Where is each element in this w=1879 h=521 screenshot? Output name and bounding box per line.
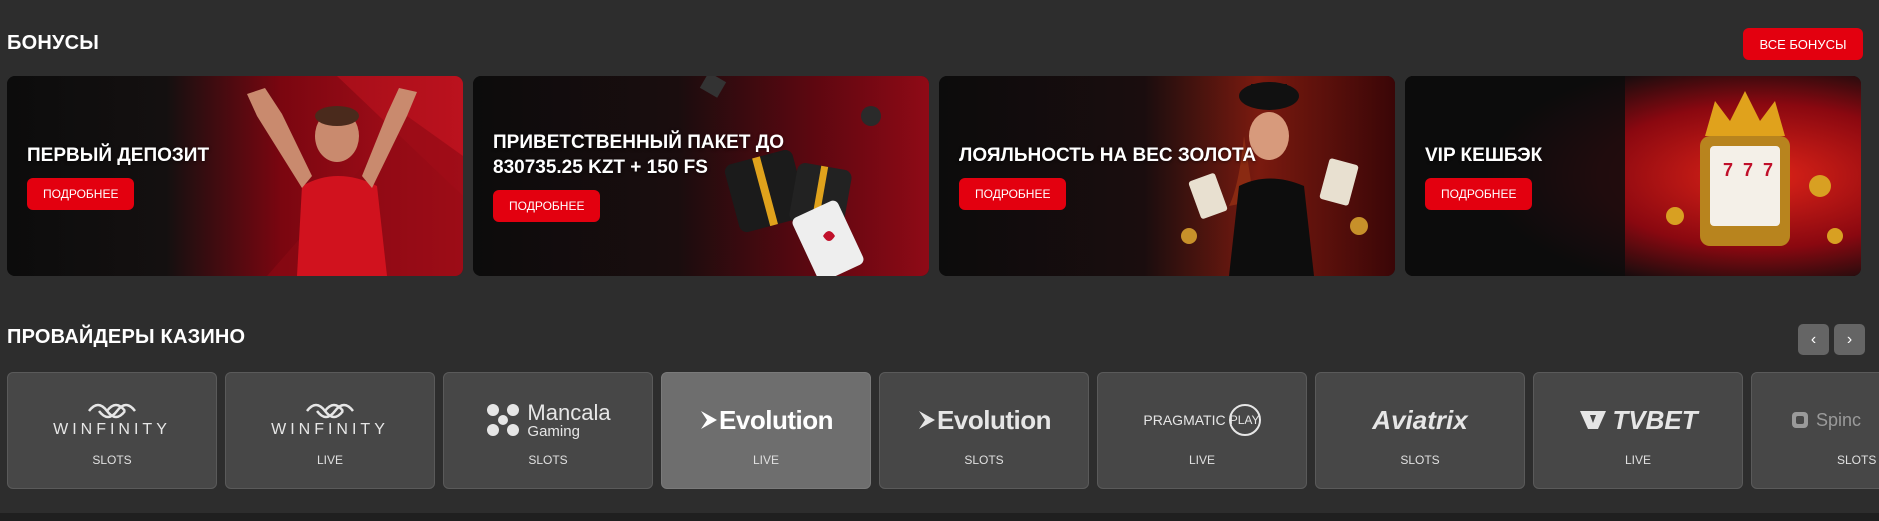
bonuses-title: БОНУСЫ [7, 32, 100, 54]
bonus-card-text: VIP КЕШБЭК ПОДРОБНЕЕ [1425, 76, 1542, 276]
provider-category: SLOTS [1837, 453, 1877, 467]
providers-title: ПРОВАЙДЕРЫ КАЗИНО [7, 326, 246, 348]
provider-evolution-live[interactable]: Evolution LIVE [661, 372, 871, 489]
provider-logo-subtext: Gaming [527, 422, 580, 440]
provider-evolution-slots[interactable]: Evolution SLOTS [879, 372, 1089, 489]
providers-list: WINFINITY SLOTS WINFINITY LIVE Mancala G… [7, 372, 1879, 489]
svg-text:7: 7 [1723, 160, 1733, 180]
tvbet-logo-icon [1580, 411, 1607, 429]
details-button[interactable]: ПОДРОБНЕЕ [27, 177, 135, 210]
provider-category: LIVE [1624, 453, 1651, 467]
bonus-cards: ПЕРВЫЙ ДЕПОЗИТ ПОДРОБНЕЕ ПРИВЕТСТВЕННЫЙ … [7, 76, 1861, 276]
provider-category: SLOTS [964, 453, 1004, 467]
bonus-card-loyalty[interactable]: ЛОЯЛЬНОСТЬ НА ВЕС ЗОЛОТА ПОДРОБНЕЕ [939, 76, 1395, 276]
provider-logo: Evolution [662, 395, 870, 445]
evolution-logo-icon [701, 411, 718, 429]
prev-arrow-icon[interactable]: ‹ [1798, 324, 1829, 355]
provider-category: LIVE [1188, 453, 1215, 467]
spin-logo-icon [1792, 412, 1808, 428]
provider-logo-text: WINFINITY [271, 421, 389, 438]
next-arrow-icon[interactable]: › [1834, 324, 1865, 355]
bonus-card-first-deposit[interactable]: ПЕРВЫЙ ДЕПОЗИТ ПОДРОБНЕЕ [7, 76, 463, 276]
provider-tvbet-live[interactable]: TVBET LIVE [1533, 372, 1743, 489]
bottom-divider [0, 513, 1879, 521]
details-button[interactable]: ПОДРОБНЕЕ [493, 190, 601, 222]
provider-logo-text: Evolution [937, 404, 1051, 435]
bonus-card-text: ЛОЯЛЬНОСТЬ НА ВЕС ЗОЛОТА ПОДРОБНЕЕ [959, 76, 1256, 276]
provider-category: LIVE [316, 453, 343, 467]
provider-logo: PRAGMATIC PLAY [1098, 395, 1306, 445]
provider-winfinity-live[interactable]: WINFINITY LIVE [225, 372, 435, 489]
provider-aviatrix-slots[interactable]: Aviatrix SLOTS [1315, 372, 1525, 489]
provider-category: SLOTS [92, 453, 132, 467]
all-bonuses-button[interactable]: ВСЕ БОНУСЫ [1743, 28, 1863, 60]
provider-logo: WINFINITY [226, 395, 434, 445]
svg-text:7: 7 [1763, 160, 1773, 180]
provider-logo: WINFINITY [8, 395, 216, 445]
provider-logo-text: Spinc [1816, 409, 1862, 430]
provider-spinc-slots[interactable]: Spinc SLOTS [1751, 372, 1879, 489]
bonus-card-title: ЛОЯЛЬНОСТЬ НА ВЕС ЗОЛОТА [959, 144, 1257, 166]
provider-category: SLOTS [1400, 453, 1440, 467]
provider-pragmatic-live[interactable]: PRAGMATIC PLAY LIVE [1097, 372, 1307, 489]
bonus-card-title: ПЕРВЫЙ ДЕПОЗИТ [27, 144, 210, 166]
provider-logo: TVBET [1534, 395, 1742, 445]
bonus-card-text: ПРИВЕТСТВЕННЫЙ ПАКЕТ ДО 830735.25 KZT + … [493, 76, 813, 276]
provider-category: SLOTS [528, 453, 568, 467]
bonus-card-title: VIP КЕШБЭК [1425, 144, 1543, 166]
provider-logo-text: WINFINITY [53, 421, 171, 438]
provider-mancala-slots[interactable]: Mancala Gaming SLOTS [443, 372, 653, 489]
provider-winfinity-slots[interactable]: WINFINITY SLOTS [7, 372, 217, 489]
provider-logo-subtext: PLAY [1228, 404, 1261, 436]
provider-logo: Spinc [1752, 395, 1879, 445]
svg-text:7: 7 [1743, 160, 1753, 180]
bonus-card-text: ПЕРВЫЙ ДЕПОЗИТ ПОДРОБНЕЕ [27, 76, 209, 276]
provider-logo-text: TVBET [1612, 404, 1698, 435]
bonus-card-welcome-pack[interactable]: ПРИВЕТСТВЕННЫЙ ПАКЕТ ДО 830735.25 KZT + … [473, 76, 929, 276]
winfinity-logo-icon [87, 403, 136, 419]
provider-logo: Evolution [880, 395, 1088, 445]
provider-logo-text: Evolution [719, 404, 833, 435]
provider-logo: Mancala Gaming [444, 395, 652, 445]
details-button[interactable]: ПОДРОБНЕЕ [959, 177, 1067, 210]
winfinity-logo-icon [305, 403, 354, 419]
provider-logo-text: PRAGMATIC [1143, 412, 1226, 428]
provider-logo-text: Mancala [527, 399, 611, 425]
bonus-card-title: ПРИВЕТСТВЕННЫЙ ПАКЕТ ДО 830735.25 KZT + … [493, 132, 785, 178]
mancala-logo-icon [487, 404, 520, 436]
provider-logo: Aviatrix [1316, 395, 1524, 445]
provider-category: LIVE [752, 453, 779, 467]
bonus-card-vip-cashback[interactable]: 7 7 7 VIP КЕШБЭК ПОДРОБНЕЕ [1405, 76, 1861, 276]
evolution-logo-icon [919, 411, 936, 429]
details-button[interactable]: ПОДРОБНЕЕ [1425, 177, 1533, 210]
provider-logo-text: Aviatrix [1372, 404, 1468, 435]
providers-nav: ‹ › [1798, 324, 1865, 355]
